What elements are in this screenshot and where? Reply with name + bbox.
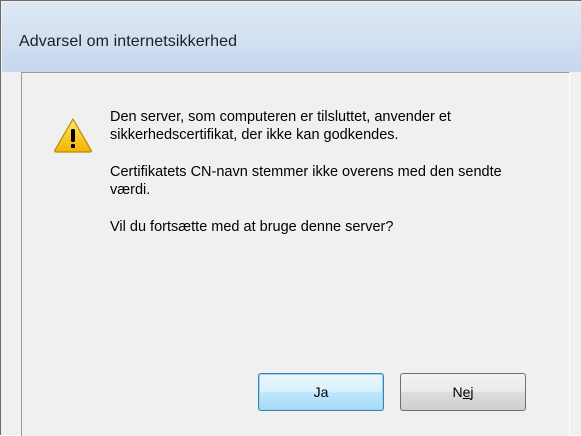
yes-button-label: Ja xyxy=(313,384,329,400)
message-area: Den server, som computeren er tilsluttet… xyxy=(110,108,560,255)
message-continue-question: Vil du fortsætte med at bruge denne serv… xyxy=(110,219,394,235)
no-button[interactable]: Nej xyxy=(400,373,526,411)
title-bar[interactable]: Advarsel om internetsikkerhed xyxy=(2,2,581,72)
no-label-suffix: j xyxy=(470,384,474,400)
yes-button[interactable]: Ja xyxy=(258,373,384,411)
internet-security-warning-dialog: Advarsel om internetsikkerhed Den server… xyxy=(0,0,581,436)
message-certificate-warning: Den server, som computeren er tilsluttet… xyxy=(110,109,451,143)
dialog-title: Advarsel om internetsikkerhed xyxy=(19,33,238,50)
dialog-content: Den server, som computeren er tilsluttet… xyxy=(21,72,570,436)
warning-icon xyxy=(54,118,92,153)
message-cn-mismatch: Certifikatets CN-navn stemmer ikke overe… xyxy=(110,164,502,198)
no-button-label: Nej xyxy=(452,384,473,400)
no-label-prefix: N xyxy=(452,384,463,400)
